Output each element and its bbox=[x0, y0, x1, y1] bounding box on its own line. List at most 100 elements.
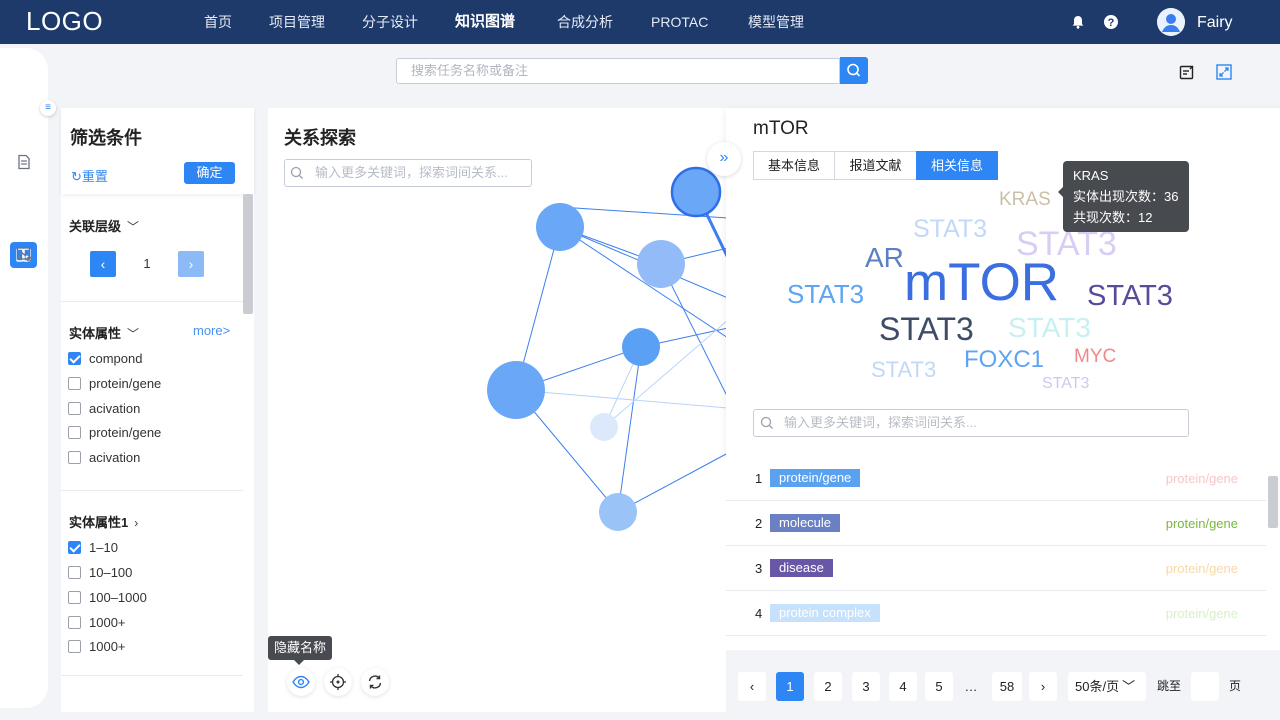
bell-icon[interactable] bbox=[1070, 14, 1086, 30]
graph-search-input[interactable]: 输入更多关键词，探索词间关系... bbox=[284, 159, 532, 187]
list-scrollbar[interactable] bbox=[1268, 476, 1278, 528]
graph-node bbox=[536, 203, 584, 251]
page-ellipsis[interactable]: … bbox=[957, 672, 985, 701]
document-icon[interactable] bbox=[16, 154, 32, 170]
entity-type: protein/gene bbox=[1165, 606, 1238, 621]
nav-home[interactable]: 首页 bbox=[204, 0, 232, 44]
word-cloud-term[interactable]: STAT3 bbox=[787, 281, 864, 307]
refresh-icon: ↻ bbox=[71, 169, 82, 184]
page-size-select[interactable]: 50条/页 ﹀ bbox=[1068, 672, 1146, 701]
locate-button[interactable] bbox=[324, 668, 352, 696]
refresh-icon bbox=[368, 675, 382, 689]
word-cloud-term[interactable]: STAT3 bbox=[879, 313, 974, 345]
expand-panel-icon[interactable]: » bbox=[707, 142, 741, 176]
more-link[interactable]: more> bbox=[193, 323, 230, 338]
page-button[interactable]: 4 bbox=[889, 672, 917, 701]
refresh-graph-button[interactable] bbox=[361, 668, 389, 696]
checkbox-10-100[interactable] bbox=[68, 566, 81, 579]
level-stepper[interactable]: ‹ 1 › bbox=[90, 251, 204, 277]
prev-page-button[interactable]: ‹ bbox=[738, 672, 766, 701]
edit-note-icon[interactable] bbox=[1179, 64, 1195, 80]
left-rail bbox=[0, 48, 48, 708]
search-icon bbox=[847, 63, 861, 77]
graph-node bbox=[590, 413, 618, 441]
checkbox-acivation-2[interactable] bbox=[68, 451, 81, 464]
table-row[interactable]: 2 molecule protein/gene bbox=[726, 501, 1266, 546]
last-page-button[interactable]: 58 bbox=[992, 672, 1022, 701]
checkbox-label: acivation bbox=[89, 450, 141, 465]
task-search-input[interactable]: 搜索任务名称或备注 bbox=[396, 58, 840, 84]
table-row[interactable]: 3 disease protein/gene bbox=[726, 546, 1266, 591]
level-section-title[interactable]: 关联层级 ﹀ bbox=[69, 216, 139, 235]
checkbox-1000-plus[interactable] bbox=[68, 616, 81, 629]
nav-synthesis[interactable]: 合成分析 bbox=[557, 0, 613, 44]
word-cloud-term[interactable]: FOXC1 bbox=[964, 348, 1044, 372]
row-number: 3 bbox=[755, 561, 763, 576]
filter-scrollbar[interactable] bbox=[243, 194, 253, 314]
checkbox-1-10[interactable] bbox=[68, 541, 81, 554]
page-button[interactable]: 5 bbox=[925, 672, 953, 701]
chevron-right-icon: › bbox=[134, 516, 139, 530]
page-button[interactable]: 1 bbox=[776, 672, 804, 701]
entity-title: mTOR bbox=[753, 118, 809, 139]
nav-projects[interactable]: 项目管理 bbox=[269, 0, 325, 44]
avatar[interactable] bbox=[1157, 8, 1185, 36]
divider bbox=[61, 675, 243, 676]
word-cloud-term[interactable]: STAT3 bbox=[1008, 314, 1091, 342]
nav-models[interactable]: 模型管理 bbox=[748, 0, 804, 44]
word-cloud-term[interactable]: STAT3 bbox=[1042, 376, 1089, 392]
word-cloud-term[interactable]: MYC bbox=[1074, 347, 1116, 366]
collapse-menu-icon[interactable]: ≡ bbox=[40, 100, 56, 116]
word-cloud-term[interactable]: mTOR bbox=[904, 256, 1059, 309]
attr1-section-title[interactable]: 实体属性1 › bbox=[69, 512, 138, 531]
reset-button[interactable]: ↻重置 bbox=[71, 166, 108, 185]
word-cloud-term[interactable]: STAT3 bbox=[871, 359, 936, 381]
entity-tag[interactable]: molecule bbox=[770, 514, 841, 532]
jump-page-input[interactable] bbox=[1191, 672, 1219, 701]
checkbox-100-1000[interactable] bbox=[68, 591, 81, 604]
word-cloud-term[interactable]: AR bbox=[865, 244, 904, 272]
username[interactable]: Fairy bbox=[1197, 0, 1233, 46]
page-button[interactable]: 2 bbox=[814, 672, 842, 701]
related-search-input[interactable]: 输入更多关键词，探索词间关系... bbox=[753, 409, 1189, 437]
checkbox-protein-gene-2[interactable] bbox=[68, 426, 81, 439]
word-cloud-term[interactable]: STAT3 bbox=[913, 217, 987, 242]
table-row[interactable]: 1 protein/gene protein/gene bbox=[726, 456, 1266, 501]
next-page-button[interactable]: › bbox=[1029, 672, 1057, 701]
checkbox-label: 10–100 bbox=[89, 565, 133, 580]
toggle-names-button[interactable] bbox=[287, 668, 315, 696]
page-button[interactable]: 3 bbox=[852, 672, 880, 701]
checkbox-1000-plus-2[interactable] bbox=[68, 640, 81, 653]
increment-button[interactable]: › bbox=[178, 251, 204, 277]
word-cloud-term[interactable]: STAT3 bbox=[1087, 282, 1173, 311]
checkbox-label: 1–10 bbox=[89, 540, 118, 555]
help-icon[interactable]: ? bbox=[1103, 14, 1119, 30]
relationship-graph[interactable] bbox=[268, 108, 728, 712]
graph-node bbox=[487, 361, 545, 419]
nav-knowledge-graph[interactable]: 知识图谱 bbox=[455, 0, 515, 44]
checkbox-protein-gene[interactable] bbox=[68, 377, 81, 390]
tab-related-info[interactable]: 相关信息 bbox=[916, 151, 998, 180]
tab-basic-info[interactable]: 基本信息 bbox=[753, 151, 835, 180]
nav-molecule-design[interactable]: 分子设计 bbox=[362, 0, 418, 44]
entity-tag[interactable]: protein complex bbox=[770, 604, 880, 622]
table-row[interactable]: 4 protein complex protein/gene bbox=[726, 591, 1266, 636]
checkbox-acivation[interactable] bbox=[68, 402, 81, 415]
nav-protac[interactable]: PROTAC bbox=[651, 0, 708, 44]
report-icon[interactable] bbox=[16, 246, 32, 262]
entity-tag[interactable]: disease bbox=[770, 559, 833, 577]
fullscreen-icon[interactable] bbox=[1216, 64, 1232, 80]
confirm-button[interactable]: 确定 bbox=[184, 162, 235, 184]
jump-unit-label: 页 bbox=[1229, 679, 1242, 693]
checkbox-compond[interactable] bbox=[68, 352, 81, 365]
attr-section-title[interactable]: 实体属性 ﹀ bbox=[69, 323, 139, 342]
checkbox-label: protein/gene bbox=[89, 376, 162, 391]
search-button[interactable] bbox=[840, 57, 868, 84]
tab-literature[interactable]: 报道文献 bbox=[834, 151, 917, 180]
level-value[interactable]: 1 bbox=[116, 251, 178, 277]
row-number: 1 bbox=[755, 471, 763, 486]
decrement-button[interactable]: ‹ bbox=[90, 251, 116, 277]
filter-title: 筛选条件 bbox=[70, 128, 142, 148]
entity-tag[interactable]: protein/gene bbox=[770, 469, 861, 487]
word-cloud-term[interactable]: KRAS bbox=[999, 190, 1051, 209]
